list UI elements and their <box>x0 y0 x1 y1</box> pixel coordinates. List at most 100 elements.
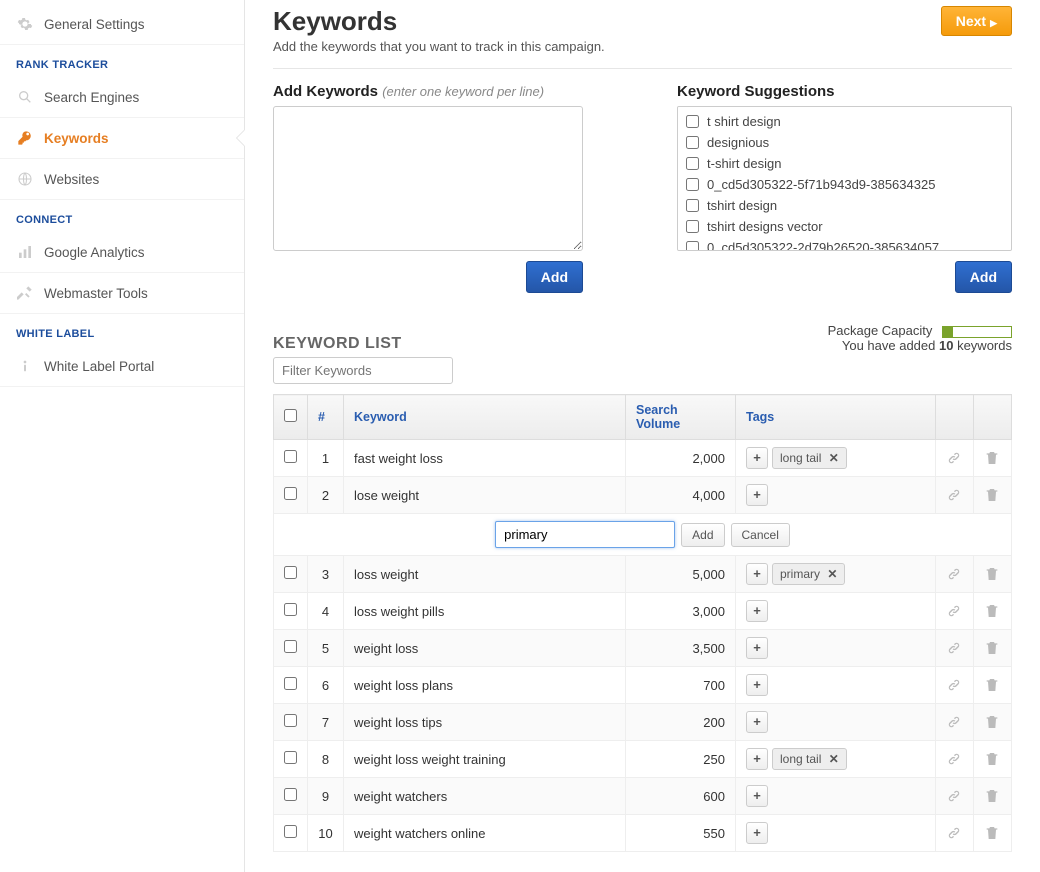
trash-icon[interactable] <box>984 603 1001 619</box>
suggestion-checkbox[interactable] <box>686 220 699 233</box>
table-row: 2lose weight4,000+ <box>274 477 1012 514</box>
inline-cancel-button[interactable]: Cancel <box>731 523 790 547</box>
trash-icon[interactable] <box>984 788 1001 804</box>
chevron-right-icon: ▶ <box>990 18 997 28</box>
trash-icon[interactable] <box>984 566 1001 582</box>
suggestion-checkbox[interactable] <box>686 157 699 170</box>
trash-icon[interactable] <box>984 751 1001 767</box>
suggestion-checkbox[interactable] <box>686 178 699 191</box>
row-keyword: weight watchers online <box>344 815 626 852</box>
link-icon[interactable] <box>946 714 963 730</box>
suggestion-item[interactable]: tshirt design <box>684 195 1005 216</box>
row-checkbox[interactable] <box>284 450 297 463</box>
sidebar-item-websites[interactable]: Websites <box>0 159 244 200</box>
tag-remove-icon[interactable]: ✕ <box>829 752 839 766</box>
row-keyword: loss weight pills <box>344 593 626 630</box>
tag-chip[interactable]: primary ✕ <box>772 563 845 585</box>
filter-keywords-input[interactable] <box>273 357 453 384</box>
col-number[interactable]: # <box>308 395 344 440</box>
suggestion-item[interactable]: t shirt design <box>684 111 1005 132</box>
row-number: 2 <box>308 477 344 514</box>
link-icon[interactable] <box>946 788 963 804</box>
suggestion-item[interactable]: 0_cd5d305322-5f71b943d9-385634325 <box>684 174 1005 195</box>
row-number: 9 <box>308 778 344 815</box>
tag-remove-icon[interactable]: ✕ <box>829 451 839 465</box>
row-checkbox[interactable] <box>284 677 297 690</box>
col-keyword[interactable]: Keyword <box>344 395 626 440</box>
row-checkbox[interactable] <box>284 603 297 616</box>
row-checkbox[interactable] <box>284 825 297 838</box>
suggestion-item[interactable]: 0_cd5d305322-2d79b26520-385634057 <box>684 237 1005 251</box>
row-volume: 550 <box>626 815 736 852</box>
inline-tag-editor: Add Cancel <box>274 514 1012 556</box>
suggestion-item[interactable]: tshirt designs vector <box>684 216 1005 237</box>
add-tag-button[interactable]: + <box>746 711 768 733</box>
sidebar-item-webmaster-tools[interactable]: Webmaster Tools <box>0 273 244 314</box>
trash-icon[interactable] <box>984 487 1001 503</box>
link-icon[interactable] <box>946 603 963 619</box>
suggestion-item[interactable]: t-shirt design <box>684 153 1005 174</box>
row-checkbox[interactable] <box>284 566 297 579</box>
tag-input[interactable] <box>495 521 675 548</box>
row-number: 1 <box>308 440 344 477</box>
add-tag-button[interactable]: + <box>746 637 768 659</box>
col-tags[interactable]: Tags <box>736 395 936 440</box>
suggestion-checkbox[interactable] <box>686 199 699 212</box>
sidebar-header-white-label: WHITE LABEL <box>0 314 244 346</box>
sidebar-item-search-engines[interactable]: Search Engines <box>0 77 244 118</box>
add-keywords-button[interactable]: Add <box>526 261 583 293</box>
trash-icon[interactable] <box>984 640 1001 656</box>
suggestion-checkbox[interactable] <box>686 241 699 251</box>
link-icon[interactable] <box>946 825 963 841</box>
add-tag-button[interactable]: + <box>746 600 768 622</box>
row-keyword: weight watchers <box>344 778 626 815</box>
link-icon[interactable] <box>946 487 963 503</box>
trash-icon[interactable] <box>984 714 1001 730</box>
tag-chip[interactable]: long tail ✕ <box>772 748 847 770</box>
add-tag-button[interactable]: + <box>746 822 768 844</box>
add-tag-button[interactable]: + <box>746 748 768 770</box>
sidebar-item-keywords[interactable]: Keywords <box>0 118 244 159</box>
add-tag-button[interactable]: + <box>746 674 768 696</box>
link-icon[interactable] <box>946 566 963 582</box>
tag-remove-icon[interactable]: ✕ <box>827 567 837 581</box>
row-checkbox[interactable] <box>284 487 297 500</box>
suggestion-label: tshirt designs vector <box>707 219 823 234</box>
add-suggestions-button[interactable]: Add <box>955 261 1012 293</box>
add-keywords-textarea[interactable] <box>273 106 583 251</box>
suggestion-checkbox[interactable] <box>686 115 699 128</box>
suggestion-checkbox[interactable] <box>686 136 699 149</box>
sidebar-item-label: General Settings <box>44 17 145 32</box>
sidebar-item-general-settings[interactable]: General Settings <box>0 4 244 45</box>
trash-icon[interactable] <box>984 825 1001 841</box>
link-icon[interactable] <box>946 677 963 693</box>
sidebar-item-google-analytics[interactable]: Google Analytics <box>0 232 244 273</box>
sidebar-header-connect: CONNECT <box>0 200 244 232</box>
select-all-checkbox[interactable] <box>284 409 297 422</box>
trash-icon[interactable] <box>984 450 1001 466</box>
tag-chip[interactable]: long tail ✕ <box>772 447 847 469</box>
row-volume: 700 <box>626 667 736 704</box>
row-checkbox[interactable] <box>284 751 297 764</box>
col-volume[interactable]: Search Volume <box>626 395 736 440</box>
sidebar-item-white-label-portal[interactable]: White Label Portal <box>0 346 244 387</box>
keyword-list-heading: KEYWORD LIST <box>273 335 402 353</box>
row-checkbox[interactable] <box>284 714 297 727</box>
row-volume: 3,000 <box>626 593 736 630</box>
add-tag-button[interactable]: + <box>746 785 768 807</box>
trash-icon[interactable] <box>984 677 1001 693</box>
link-icon[interactable] <box>946 640 963 656</box>
link-icon[interactable] <box>946 450 963 466</box>
suggestions-heading: Keyword Suggestions <box>677 83 1012 100</box>
row-checkbox[interactable] <box>284 640 297 653</box>
add-tag-button[interactable]: + <box>746 484 768 506</box>
suggestion-item[interactable]: designious <box>684 132 1005 153</box>
link-icon[interactable] <box>946 751 963 767</box>
package-capacity: Package Capacity You have added 10 keywo… <box>828 323 1012 353</box>
add-tag-button[interactable]: + <box>746 447 768 469</box>
inline-add-button[interactable]: Add <box>681 523 724 547</box>
next-button[interactable]: Next▶ <box>941 6 1012 36</box>
add-tag-button[interactable]: + <box>746 563 768 585</box>
suggestions-list[interactable]: t shirt designdesignioust-shirt design0_… <box>677 106 1012 251</box>
row-checkbox[interactable] <box>284 788 297 801</box>
